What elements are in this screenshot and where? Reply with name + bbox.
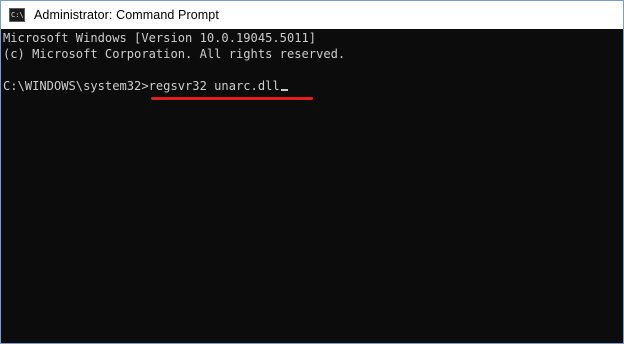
cmd-icon[interactable]: C:\ xyxy=(9,8,25,22)
console-command[interactable]: regsvr32 unarc.dll xyxy=(149,79,280,93)
red-underline-annotation xyxy=(151,97,313,100)
console-output[interactable]: Microsoft Windows [Version 10.0.19045.50… xyxy=(1,29,623,343)
console-line-version: Microsoft Windows [Version 10.0.19045.50… xyxy=(3,31,317,45)
title-bar[interactable]: C:\ Administrator: Command Prompt xyxy=(1,1,623,29)
console-line-copyright: (c) Microsoft Corporation. All rights re… xyxy=(3,47,346,61)
console-prompt: C:\WINDOWS\system32> xyxy=(3,79,149,93)
console-command-line[interactable]: C:\WINDOWS\system32>regsvr32 unarc.dll xyxy=(3,78,288,95)
text-cursor xyxy=(280,89,288,91)
command-prompt-window: C:\ Administrator: Command Prompt Micros… xyxy=(0,0,624,344)
window-title: Administrator: Command Prompt xyxy=(34,8,219,22)
